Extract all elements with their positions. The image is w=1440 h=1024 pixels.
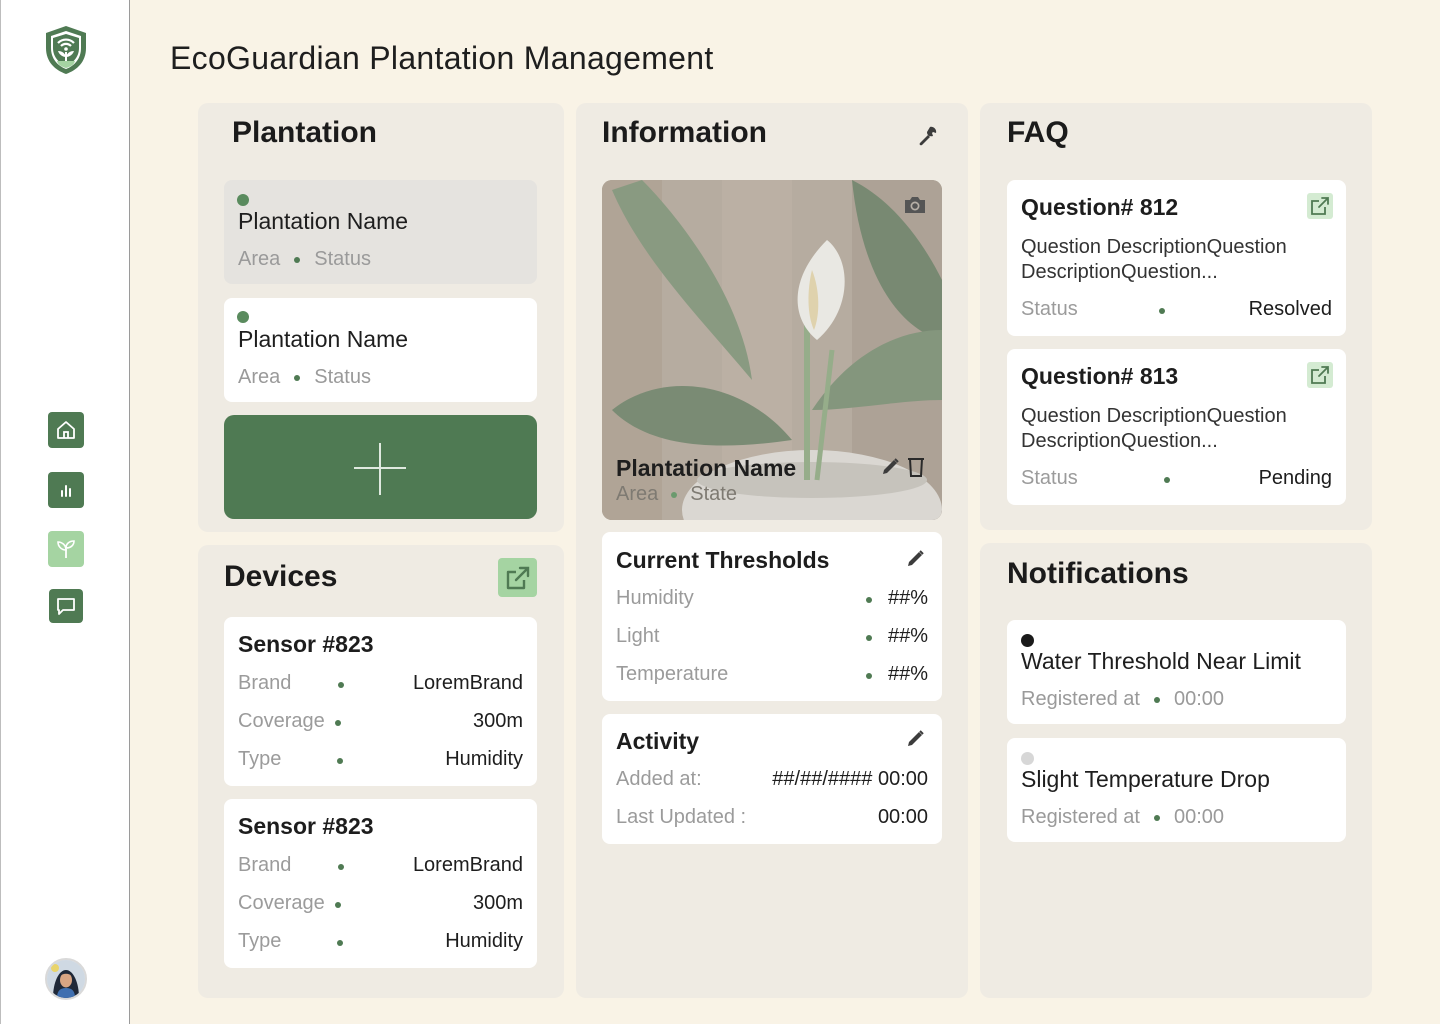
sensor-coverage-row: Coverage 300m <box>238 892 523 914</box>
question-status: Pending <box>1258 467 1332 489</box>
nav-home[interactable] <box>48 412 84 448</box>
question-status-row: Status Pending <box>1021 467 1332 489</box>
external-link-icon <box>506 566 529 589</box>
edit-activity-button[interactable] <box>902 726 928 752</box>
sensor-title: Sensor #823 <box>238 813 374 839</box>
faq-question-card[interactable]: Question# 812 Question DescriptionQuesti… <box>1007 180 1346 336</box>
plantation-status-dot <box>237 311 249 323</box>
unread-indicator <box>1021 634 1034 647</box>
open-question-button[interactable] <box>1307 193 1333 219</box>
page-title: EcoGuardian Plantation Management <box>170 40 714 76</box>
notification-time: 00:00 <box>1173 688 1225 710</box>
nav-dashboard[interactable] <box>48 472 84 508</box>
notification-meta: Registered at 00:00 <box>1021 806 1225 828</box>
plantation-status: Status <box>314 248 371 270</box>
nav-messages[interactable] <box>49 589 83 623</box>
notification-item[interactable]: Water Threshold Near Limit Registered at… <box>1007 620 1346 724</box>
edit-plantation-button[interactable] <box>878 455 902 479</box>
photo-plantation-name: Plantation Name <box>616 455 797 481</box>
external-link-icon <box>1311 366 1329 384</box>
question-description: Question DescriptionQuestion Description… <box>1021 236 1287 283</box>
open-question-button[interactable] <box>1307 362 1333 388</box>
plantation-item[interactable]: Plantation Name Area Status <box>224 298 537 402</box>
add-plantation-button[interactable] <box>224 415 537 519</box>
user-avatar[interactable] <box>45 958 87 1000</box>
question-title: Question# 813 <box>1021 363 1179 389</box>
read-indicator <box>1021 752 1034 765</box>
plantation-name: Plantation Name <box>238 208 409 234</box>
information-settings-button[interactable] <box>914 122 942 150</box>
sensor-coverage-row: Coverage 300m <box>238 710 523 732</box>
plantation-name: Plantation Name <box>238 326 409 352</box>
plantation-area: Area <box>238 366 281 388</box>
notification-meta: Registered at 00:00 <box>1021 688 1225 710</box>
question-description: Question DescriptionQuestion Description… <box>1021 405 1287 452</box>
notification-title: Slight Temperature Drop <box>1021 766 1270 792</box>
devices-open-button[interactable] <box>498 558 537 597</box>
message-icon <box>57 598 75 615</box>
pencil-icon <box>883 458 899 474</box>
plantation-status: Status <box>314 366 371 388</box>
plantation-meta: Area Status <box>238 248 371 271</box>
notifications-title: Notifications <box>1007 557 1189 590</box>
thresholds-title: Current Thresholds <box>616 547 830 573</box>
plus-icon <box>354 443 406 495</box>
sensor-type-row: Type Humidity <box>238 930 523 952</box>
sensor-card[interactable]: Sensor #823 Brand LoremBrand Coverage 30… <box>224 617 537 786</box>
plantation-area: Area <box>238 248 281 270</box>
delete-plantation-button[interactable] <box>904 454 928 480</box>
faq-question-card[interactable]: Question# 813 Question DescriptionQuesti… <box>1007 349 1346 505</box>
plantation-title: Plantation <box>232 116 378 149</box>
threshold-humidity-row: Humidity ##% <box>616 587 928 609</box>
external-link-icon <box>1311 197 1329 215</box>
thresholds-card: Current Thresholds Humidity ##% Light ##… <box>602 532 942 701</box>
question-title: Question# 812 <box>1021 194 1179 220</box>
sensor-brand-row: Brand LoremBrand <box>238 672 523 694</box>
pencil-icon <box>908 550 924 566</box>
activity-added-row: Added at: ##/##/#### 00:00 <box>616 768 928 790</box>
edit-thresholds-button[interactable] <box>902 546 928 572</box>
information-title: Information <box>602 116 767 149</box>
notification-title: Water Threshold Near Limit <box>1021 648 1301 674</box>
shield-plant-logo <box>43 24 89 76</box>
question-status: Resolved <box>1248 298 1332 320</box>
threshold-light-row: Light ##% <box>616 625 928 647</box>
question-status-row: Status Resolved <box>1021 298 1332 320</box>
activity-updated-row: Last Updated : 00:00 <box>616 806 928 828</box>
sensor-type-row: Type Humidity <box>238 748 523 770</box>
home-icon <box>57 421 75 439</box>
faq-title: FAQ <box>1007 116 1069 149</box>
pencil-icon <box>908 730 924 746</box>
activity-card: Activity Added at: ##/##/#### 00:00 Last… <box>602 714 942 844</box>
plantation-status-dot <box>237 194 249 206</box>
nav-plantation[interactable] <box>48 531 84 567</box>
chart-icon <box>61 485 71 497</box>
sensor-title: Sensor #823 <box>238 631 374 657</box>
camera-icon[interactable] <box>902 194 928 216</box>
devices-title: Devices <box>224 560 338 593</box>
sensor-card[interactable]: Sensor #823 Brand LoremBrand Coverage 30… <box>224 799 537 968</box>
activity-title: Activity <box>616 728 700 754</box>
sidebar <box>0 0 130 1024</box>
plantation-meta: Area Status <box>238 366 371 389</box>
wrench-icon <box>919 126 937 146</box>
leaf-icon <box>57 540 75 558</box>
notification-item[interactable]: Slight Temperature Drop Registered at 00… <box>1007 738 1346 842</box>
notification-time: 00:00 <box>1173 806 1225 828</box>
threshold-temperature-row: Temperature ##% <box>616 663 928 685</box>
trash-icon <box>908 458 924 477</box>
sensor-brand-row: Brand LoremBrand <box>238 854 523 876</box>
photo-meta: Area State <box>616 483 737 505</box>
plantation-item-selected[interactable]: Plantation Name Area Status <box>224 180 537 284</box>
plantation-photo: Plantation Name Area State <box>602 180 942 520</box>
